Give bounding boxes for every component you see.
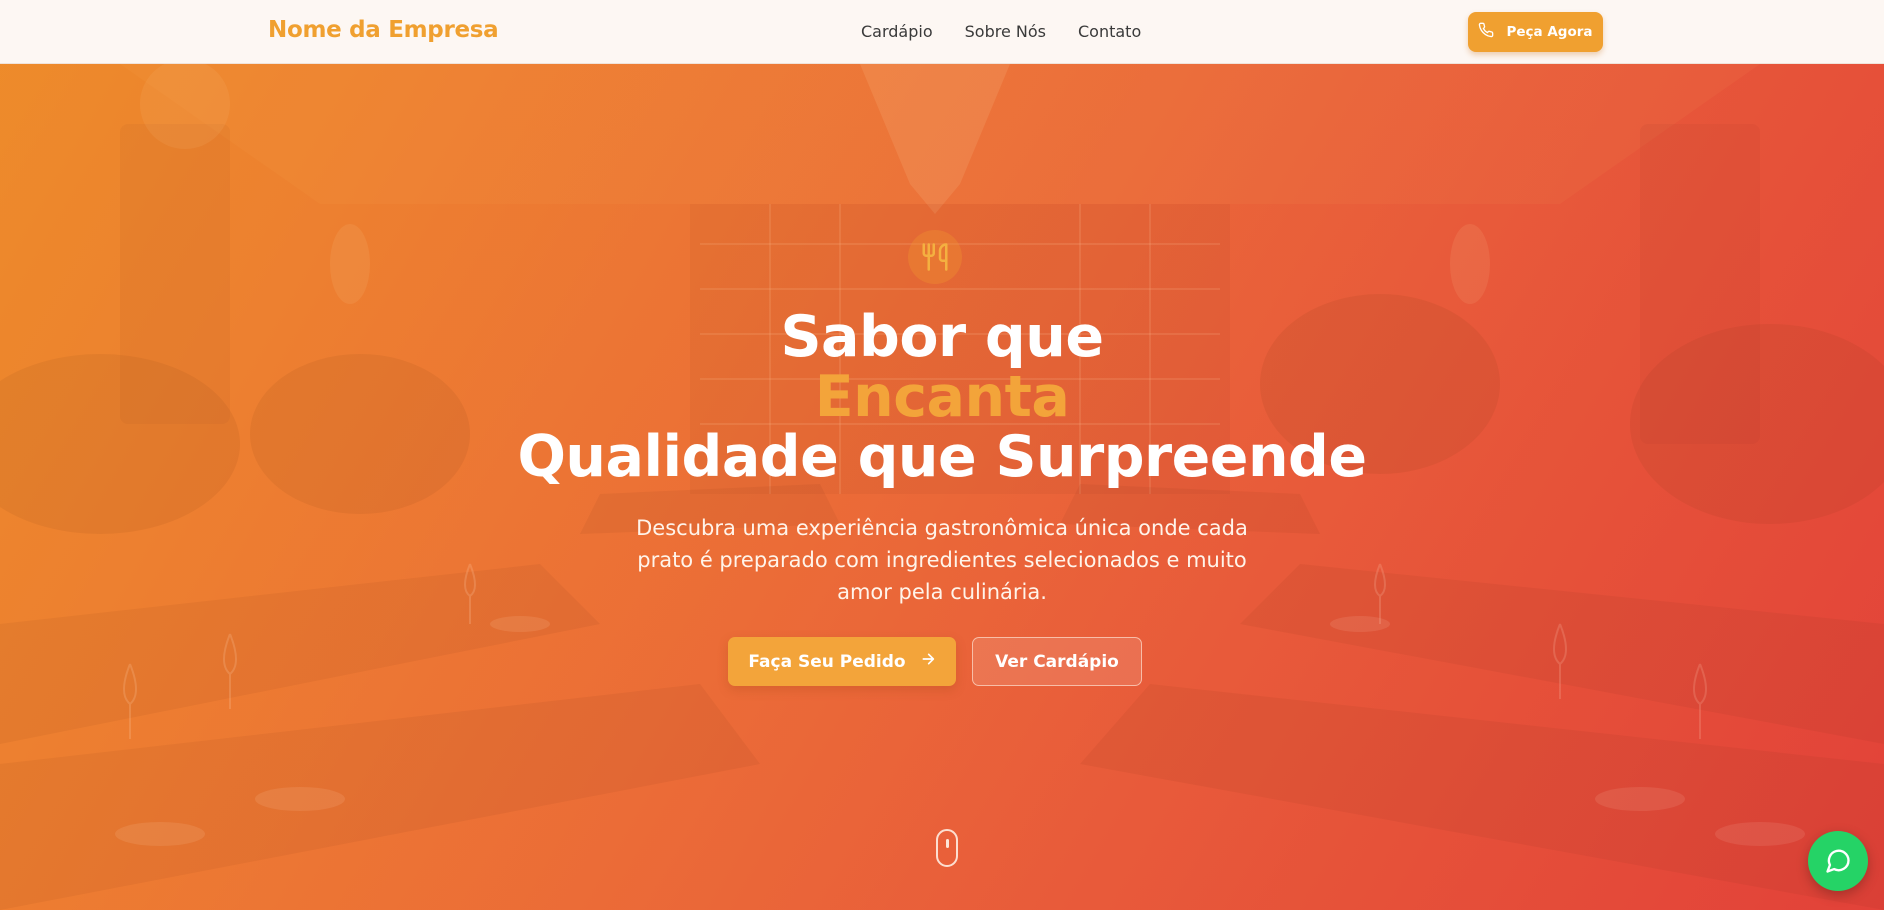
main-nav: Cardápio Sobre Nós Contato xyxy=(861,22,1173,41)
whatsapp-chat-icon[interactable] xyxy=(1808,831,1868,891)
nav-link-contato[interactable]: Contato xyxy=(1078,22,1141,41)
hero-headline-line1: Sabor que xyxy=(780,304,1104,370)
hero-subtitle: Descubra uma experiência gastronômica ún… xyxy=(636,516,1248,604)
navbar: Nome da Empresa Cardápio Sobre Nós Conta… xyxy=(0,0,1884,64)
arrow-right-icon xyxy=(920,651,936,672)
hero-headline-highlight: Encanta xyxy=(814,364,1070,430)
nav-link-sobre-nos[interactable]: Sobre Nós xyxy=(965,22,1046,41)
hero-section: Sabor que Encanta Qualidade que Surpreen… xyxy=(0,64,1884,910)
place-order-button[interactable]: Faça Seu Pedido xyxy=(728,637,956,686)
nav-link-cardapio[interactable]: Cardápio xyxy=(861,22,933,41)
order-now-label: Peça Agora xyxy=(1506,24,1593,40)
phone-icon xyxy=(1478,22,1494,42)
hero-headline-line3: Qualidade que Surpreende xyxy=(517,424,1367,490)
brand-logo[interactable]: Nome da Empresa xyxy=(268,17,499,43)
utensils-icon xyxy=(908,230,962,284)
order-now-button[interactable]: Peça Agora xyxy=(1468,12,1603,52)
view-menu-button[interactable]: Ver Cardápio xyxy=(972,637,1142,686)
scroll-dot xyxy=(946,839,949,848)
mouse-scroll-icon[interactable] xyxy=(936,829,958,867)
place-order-label: Faça Seu Pedido xyxy=(748,651,906,672)
